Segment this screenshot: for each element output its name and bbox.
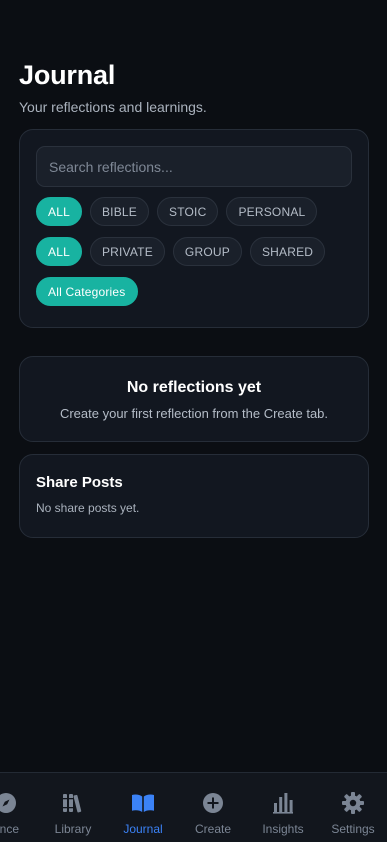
- tab-guidance[interactable]: ance: [0, 791, 41, 836]
- tab-journal[interactable]: Journal: [108, 791, 178, 836]
- source-filter-row: ALL BIBLE STOIC PERSONAL: [36, 197, 352, 226]
- tab-label: Settings: [331, 822, 375, 836]
- journal-screen: Journal Your reflections and learnings. …: [0, 0, 387, 842]
- empty-state-title: No reflections yet: [126, 379, 262, 396]
- filter-chip-private[interactable]: PRIVATE: [89, 237, 165, 266]
- tab-library[interactable]: Library: [38, 791, 108, 836]
- share-posts-message: No share posts yet.: [36, 501, 140, 515]
- category-filter-row: All Categories: [36, 277, 352, 306]
- filter-chip-source-all[interactable]: ALL: [36, 197, 82, 226]
- empty-state-message: Create your first reflection from the Cr…: [59, 406, 329, 421]
- filter-card: ALL BIBLE STOIC PERSONAL ALL PRIVATE GRO…: [19, 129, 369, 328]
- gear-icon: [341, 791, 365, 815]
- tab-label: ance: [0, 822, 20, 836]
- visibility-filter-row: ALL PRIVATE GROUP SHARED: [36, 237, 352, 266]
- bar-chart-icon: [271, 791, 295, 815]
- bottom-tab-bar: ance Library Journal Create Insights: [0, 772, 387, 842]
- share-posts-card: Share Posts No share posts yet.: [19, 454, 369, 538]
- filter-chip-personal[interactable]: PERSONAL: [226, 197, 318, 226]
- page-subtitle: Your reflections and learnings.: [19, 99, 207, 115]
- empty-reflections-card: No reflections yet Create your first ref…: [19, 356, 369, 442]
- page-header: Journal Your reflections and learnings.: [19, 60, 207, 115]
- library-icon: [61, 791, 85, 815]
- filter-chip-group[interactable]: GROUP: [172, 237, 242, 266]
- tab-label: Create: [194, 822, 232, 836]
- tab-label: Library: [54, 822, 92, 836]
- filter-chip-visibility-all[interactable]: ALL: [36, 237, 82, 266]
- page-title: Journal: [19, 60, 116, 90]
- plus-circle-icon: [201, 791, 225, 815]
- tab-insights[interactable]: Insights: [248, 791, 318, 836]
- book-open-icon: [131, 791, 155, 815]
- tab-label: Journal: [123, 822, 163, 836]
- tab-settings[interactable]: Settings: [318, 791, 387, 836]
- filter-chip-shared[interactable]: SHARED: [249, 237, 326, 266]
- category-filter-button[interactable]: All Categories: [36, 277, 138, 306]
- filter-chip-stoic[interactable]: STOIC: [156, 197, 219, 226]
- tab-label: Insights: [262, 822, 304, 836]
- share-posts-title: Share Posts: [36, 474, 123, 491]
- tab-create[interactable]: Create: [178, 791, 248, 836]
- filter-chip-bible[interactable]: BIBLE: [89, 197, 149, 226]
- compass-icon: [0, 791, 18, 815]
- search-input[interactable]: [36, 146, 352, 187]
